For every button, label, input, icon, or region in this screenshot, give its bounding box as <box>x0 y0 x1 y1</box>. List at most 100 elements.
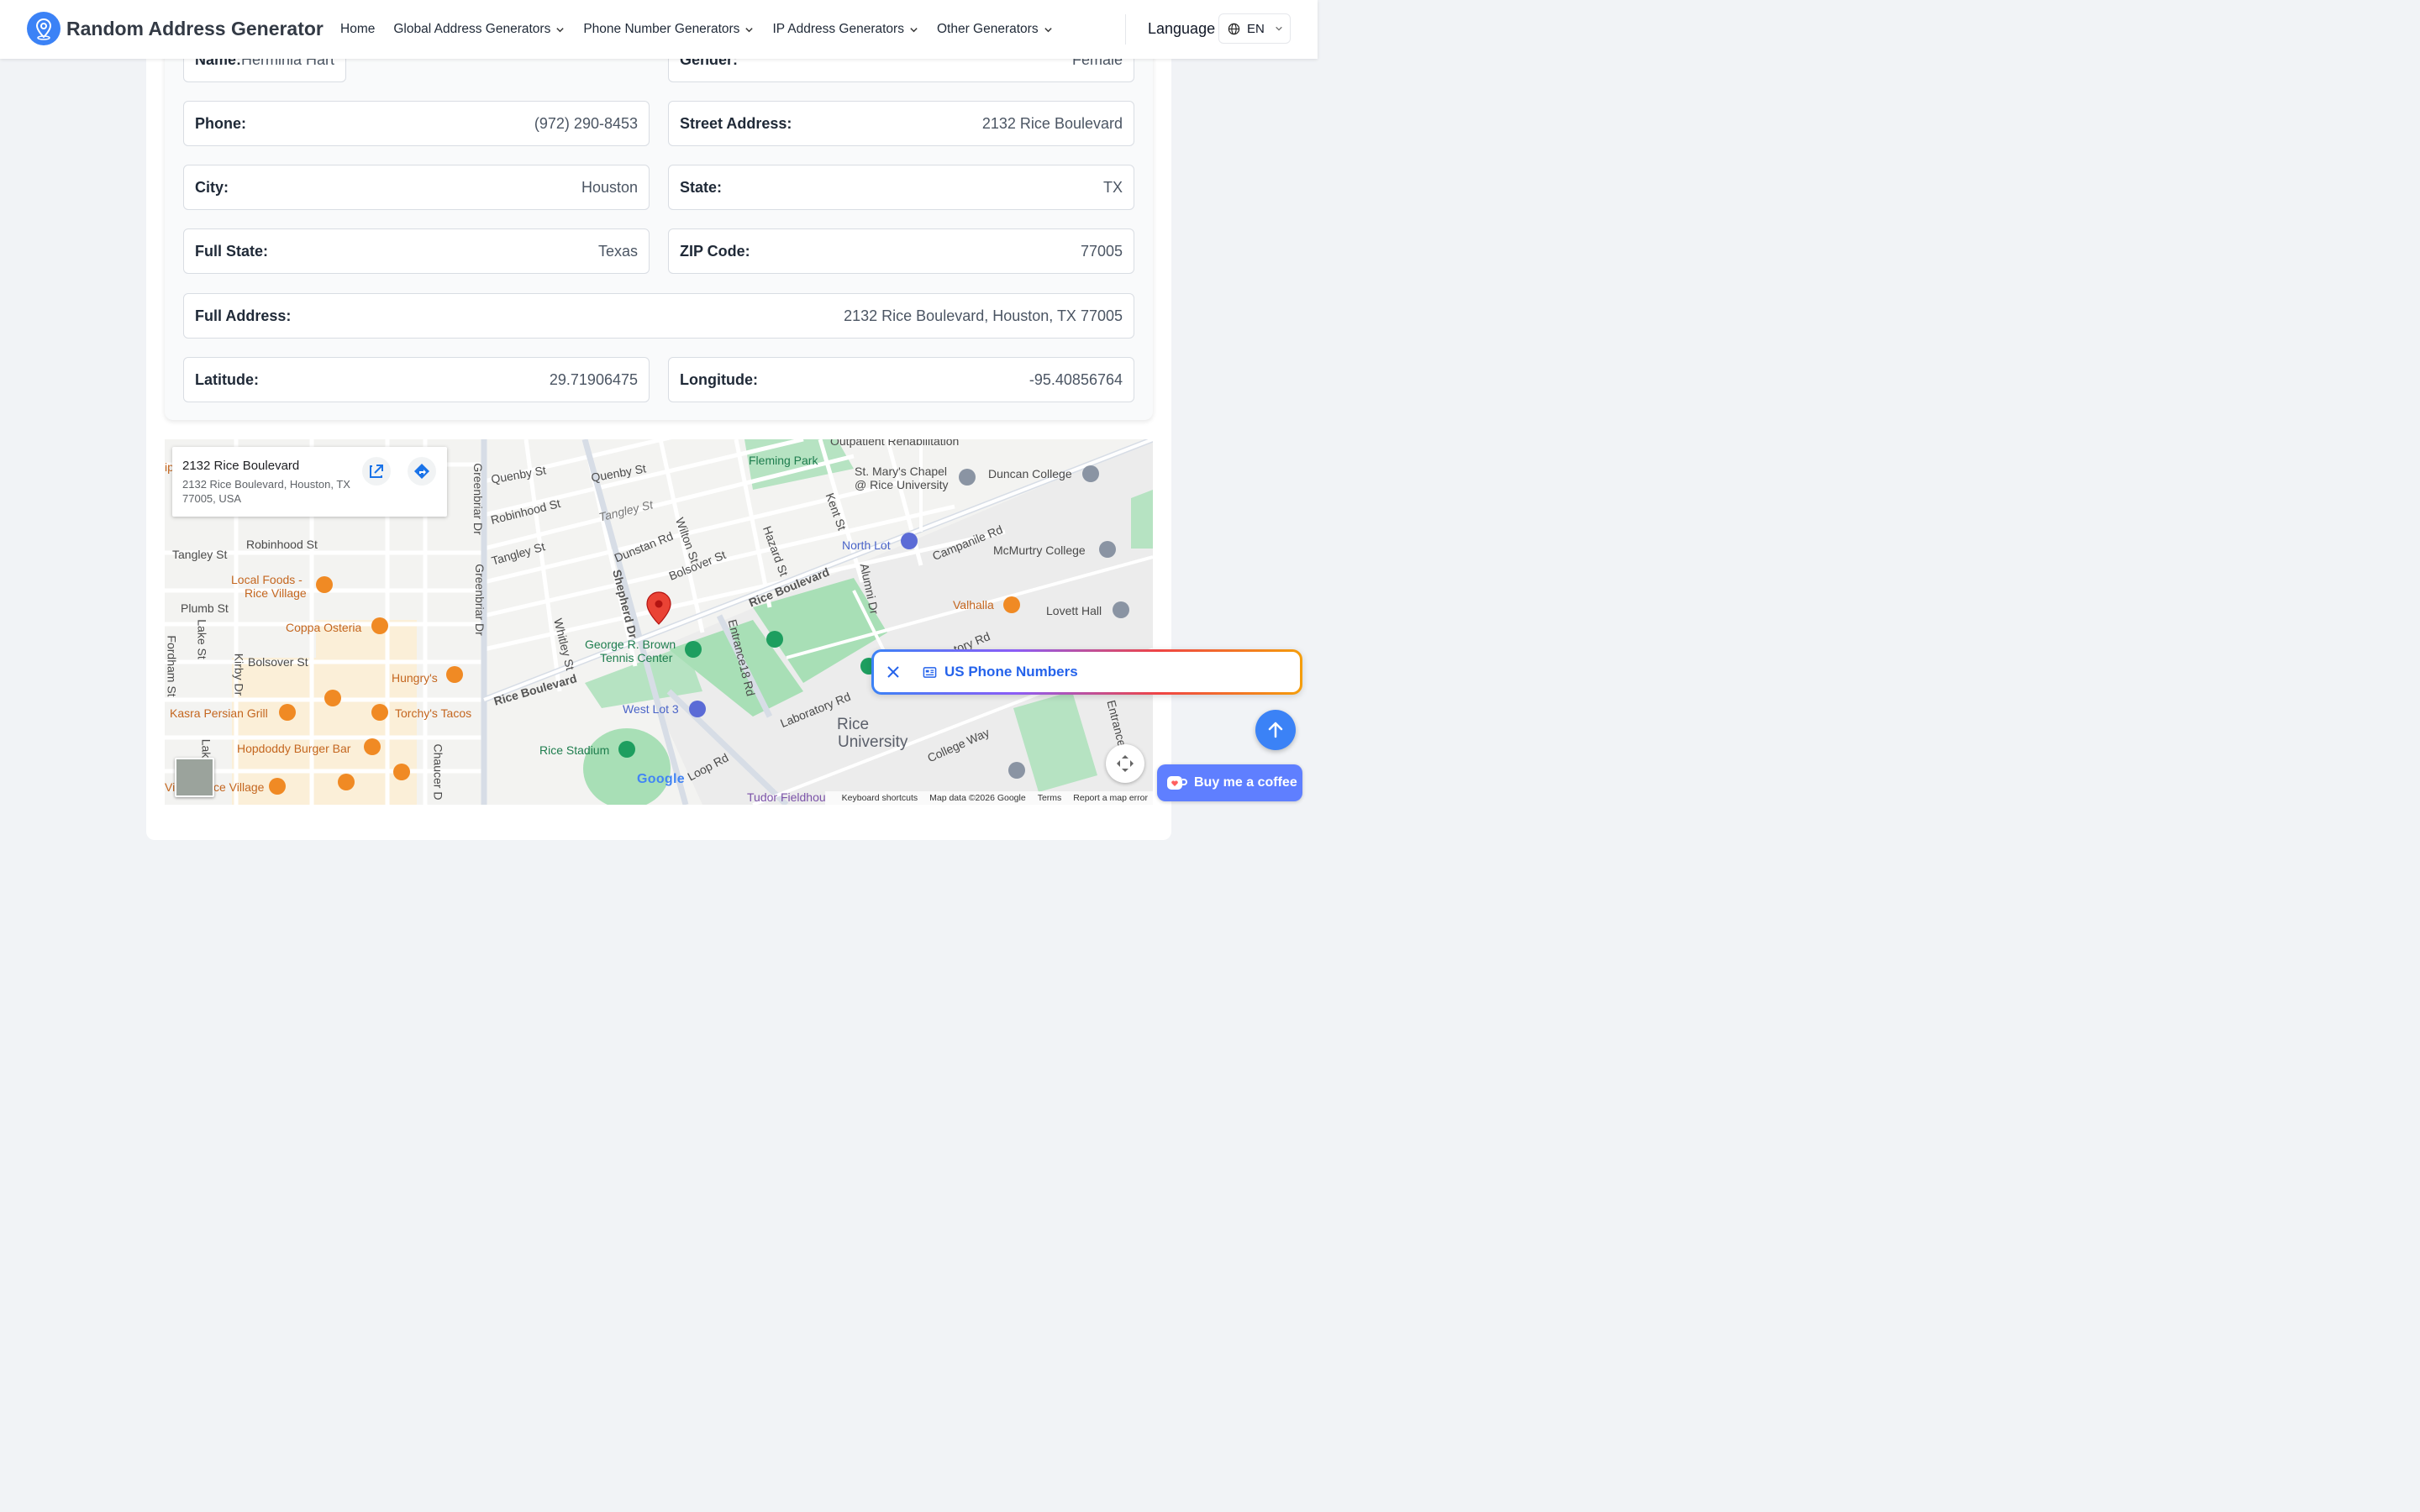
nav-home-label: Home <box>340 22 376 36</box>
field-street-address: Street Address: 2132 Rice Boulevard <box>668 101 1134 146</box>
map-label-west-lot: West Lot 3 <box>623 702 679 716</box>
field-full-state: Full State: Texas <box>183 228 650 274</box>
directions-button[interactable] <box>408 457 436 486</box>
map-footer: Keyboard shortcuts Map data ©2026 Google… <box>824 791 1153 805</box>
coffee-label: Buy me a coffee <box>1194 775 1297 790</box>
map-label-village-2: ce Village <box>213 780 265 794</box>
map-label-st-marys-2: @ Rice University <box>855 478 949 491</box>
map-label-valhalla: Valhalla <box>953 598 994 612</box>
fullscreen-icon <box>1117 755 1134 772</box>
google-map[interactable]: Outpatient Rehabilitation Fleming Park S… <box>165 439 1153 805</box>
nav-ip-address-generators[interactable]: IP Address Generators <box>772 22 918 37</box>
field-longitude: Longitude: -95.40856764 <box>668 357 1134 402</box>
arrow-up-icon <box>1268 722 1283 738</box>
language-selector[interactable]: EN <box>1218 13 1291 44</box>
brand[interactable]: Random Address Generator <box>27 12 324 45</box>
external-link-icon <box>370 465 383 478</box>
nav-other-label: Other Generators <box>936 22 1039 36</box>
field-latitude-value[interactable]: 29.71906475 <box>550 371 638 389</box>
nav-phone-label: Phone Number Generators <box>583 22 740 36</box>
map-label-kasra: Kasra Persian Grill <box>170 706 268 720</box>
nav-global-address-generators[interactable]: Global Address Generators <box>393 22 565 37</box>
map-label-north-lot: North Lot <box>842 538 891 552</box>
chevron-down-icon <box>1276 26 1282 31</box>
map-label-fleming-park: Fleming Park <box>749 454 818 467</box>
field-full-state-label: Full State: <box>195 242 269 260</box>
map-label-st-marys: St. Mary's Chapel <box>855 465 948 478</box>
coffee-cup-icon <box>1167 776 1187 790</box>
map-label-lak: Lak <box>199 738 213 759</box>
satellite-toggle[interactable] <box>175 758 214 797</box>
open-in-maps-button[interactable] <box>362 457 391 486</box>
nav-home[interactable]: Home <box>340 22 375 37</box>
map-label-rice-university-1: Rice <box>837 716 870 733</box>
site-header: Random Address Generator Home Global Add… <box>0 0 1318 59</box>
field-latitude-label: Latitude: <box>195 370 259 388</box>
related-generator-toast: US Phone Numbers <box>871 649 1302 695</box>
map-label-chaucer: Chaucer D <box>431 743 445 801</box>
scroll-to-top-button[interactable] <box>1255 710 1296 750</box>
newspaper-icon <box>923 667 937 678</box>
field-full-address-label: Full Address: <box>195 307 292 324</box>
field-phone-value[interactable]: (972) 290-8453 <box>534 115 638 133</box>
map-info-address: 2132 Rice Boulevard, Houston, TX 77005, … <box>182 478 350 505</box>
field-longitude-label: Longitude: <box>680 370 758 388</box>
field-longitude-value[interactable]: -95.40856764 <box>1029 371 1123 389</box>
field-full-state-value[interactable]: Texas <box>598 243 638 260</box>
field-city-value[interactable]: Houston <box>581 179 638 197</box>
buy-me-a-coffee-button[interactable]: Buy me a coffee <box>1157 764 1302 801</box>
map-data-attribution: Map data ©2026 Google <box>929 793 1026 803</box>
field-city-label: City: <box>195 178 229 196</box>
field-phone-label: Phone: <box>195 114 246 132</box>
chevron-down-icon <box>910 27 918 32</box>
us-phone-numbers-link[interactable]: US Phone Numbers <box>944 664 1078 680</box>
field-zip-value[interactable]: 77005 <box>1081 243 1123 260</box>
directions-icon <box>414 464 429 479</box>
nav-other-generators[interactable]: Other Generators <box>937 22 1053 37</box>
field-state-value[interactable]: TX <box>1103 179 1123 197</box>
map-label-local-foods-2: Rice Village <box>245 586 307 600</box>
map-info-title: 2132 Rice Boulevard <box>182 459 300 473</box>
nav-global-label: Global Address Generators <box>393 22 551 36</box>
field-state: State: TX <box>668 165 1134 210</box>
map-label-outpatient: Outpatient Rehabilitation <box>830 439 960 448</box>
terms-link[interactable]: Terms <box>1038 793 1062 803</box>
location-pin-icon <box>27 12 60 45</box>
field-state-label: State: <box>680 178 723 196</box>
field-zip-code: ZIP Code: 77005 <box>668 228 1134 274</box>
map-label-robinhood-2: Robinhood St <box>246 538 318 551</box>
map-label-tudor: Tudor Fieldhou <box>747 790 826 804</box>
nav-divider <box>1125 14 1126 45</box>
map-label-village: Vi <box>165 780 176 794</box>
close-icon[interactable] <box>886 664 901 680</box>
map-info-window: 2132 Rice Boulevard 2132 Rice Boulevard,… <box>172 447 447 517</box>
map-label-tangley-3: Tangley St <box>172 548 228 561</box>
map-label-greenbriar-1: Greenbriar Dr <box>471 463 485 535</box>
report-map-error-link[interactable]: Report a map error <box>1073 793 1148 803</box>
google-logo: Google <box>637 772 685 786</box>
field-full-address-value[interactable]: 2132 Rice Boulevard, Houston, TX 77005 <box>844 307 1123 325</box>
map-label-mcmurtry: McMurtry College <box>993 543 1086 557</box>
brand-name: Random Address Generator <box>66 17 324 39</box>
map-label-hungrys: Hungry's <box>392 671 438 685</box>
main-nav: Home Global Address Generators Phone Num… <box>340 0 1071 59</box>
fullscreen-button[interactable] <box>1106 744 1144 783</box>
field-street-label: Street Address: <box>680 114 792 132</box>
map-label-kirby: Kirby Dr <box>232 653 246 696</box>
field-street-value[interactable]: 2132 Rice Boulevard <box>982 115 1123 133</box>
field-zip-label: ZIP Code: <box>680 242 750 260</box>
map-label-brown-2: Tennis Center <box>600 651 673 664</box>
nav-phone-number-generators[interactable]: Phone Number Generators <box>583 22 754 37</box>
nav-ip-label: IP Address Generators <box>772 22 904 36</box>
map-label-coppa: Coppa Osteria <box>286 621 362 634</box>
map-label-bolsover-2: Bolsover St <box>248 655 308 669</box>
map-label-brown-1: George R. Brown <box>585 638 676 651</box>
field-phone: Phone: (972) 290-8453 <box>183 101 650 146</box>
globe-icon <box>1228 23 1240 34</box>
map-label-rice-university-2: University <box>838 733 908 751</box>
field-city: City: Houston <box>183 165 650 210</box>
map-label-lovett: Lovett Hall <box>1046 604 1102 617</box>
field-full-address: Full Address: 2132 Rice Boulevard, Houst… <box>183 293 1134 339</box>
keyboard-shortcuts-link[interactable]: Keyboard shortcuts <box>842 793 918 803</box>
map-label-local-foods: Local Foods - <box>231 573 302 586</box>
